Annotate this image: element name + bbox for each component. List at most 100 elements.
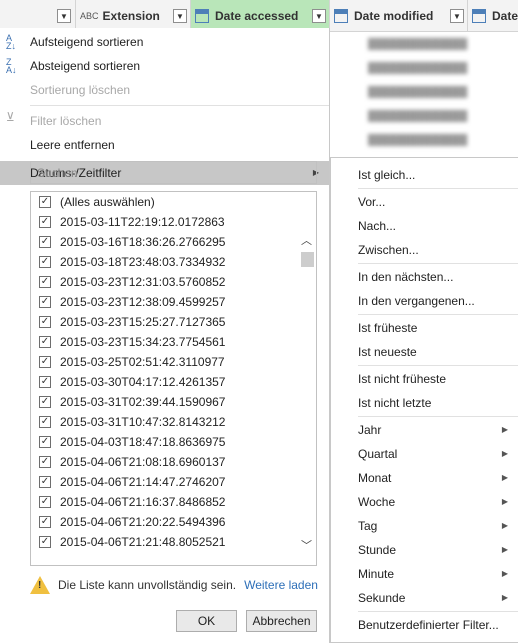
list-item[interactable]: ✓ 2015-03-23T15:34:23.7754561: [31, 332, 316, 352]
list-item[interactable]: ✓ 2015-03-11T22:19:12.0172863: [31, 212, 316, 232]
menu-item-label: Filter löschen: [30, 114, 102, 128]
list-item-label: 2015-03-25T02:51:42.3110977: [60, 355, 225, 369]
list-item[interactable]: ✓ 2015-03-23T15:25:27.7127365: [31, 312, 316, 332]
sort-descending-item[interactable]: Z A↓ Absteigend sortieren: [0, 54, 329, 78]
checkbox[interactable]: ✓: [39, 476, 51, 488]
calendar-clock-icon: [334, 9, 348, 23]
submenu-item[interactable]: Vor...: [331, 190, 518, 214]
checkbox[interactable]: ✓: [39, 316, 51, 328]
submenu-item-label: Ist nicht letzte: [358, 396, 432, 410]
menu-separator: [358, 611, 518, 612]
load-more-link[interactable]: Weitere laden: [244, 578, 318, 592]
list-item[interactable]: ✓ 2015-03-25T02:51:42.3110977: [31, 352, 316, 372]
submenu-item[interactable]: Woche ▶: [331, 490, 518, 514]
cancel-button[interactable]: Abbrechen: [246, 610, 317, 632]
submenu-item[interactable]: Minute ▶: [331, 562, 518, 586]
list-item[interactable]: ✓ 2015-03-23T12:31:03.5760852: [31, 272, 316, 292]
chevron-up-icon[interactable]: ︿: [301, 232, 312, 248]
checkbox[interactable]: ✓: [39, 496, 51, 508]
submenu-item[interactable]: Ist neueste: [331, 340, 518, 364]
checkbox[interactable]: ✓: [39, 376, 51, 388]
value-list[interactable]: ✓ (Alles auswählen) ✓ 2015-03-11T22:19:12.0…: [30, 191, 317, 566]
menu-item-label: Absteigend sortieren: [30, 59, 141, 73]
submenu-item[interactable]: Benutzerdefinierter Filter...: [331, 613, 518, 637]
menu-item-label: Aufsteigend sortieren: [30, 35, 144, 49]
chevron-down-icon[interactable]: ▼: [450, 9, 464, 23]
submenu-item-label: Minute: [358, 567, 395, 581]
column-header-label: Date modified: [354, 9, 434, 23]
chevron-right-icon: ▶: [501, 497, 508, 506]
submenu-item[interactable]: Zwischen...: [331, 238, 518, 262]
submenu-item[interactable]: Monat ▶: [331, 466, 518, 490]
list-item[interactable]: ✓ 2015-04-06T21:14:47.2746207: [31, 472, 316, 492]
checkbox[interactable]: ✓: [39, 416, 51, 428]
submenu-item[interactable]: Ist nicht früheste: [331, 367, 518, 391]
list-item[interactable]: ✓ 2015-03-18T23:48:03.7334932: [31, 252, 316, 272]
list-item[interactable]: ✓ 2015-04-06T21:20:22.5494396: [31, 512, 316, 532]
checkbox[interactable]: ✓: [39, 256, 51, 268]
submenu-item-label: Ist gleich...: [358, 168, 416, 182]
remove-empty-item[interactable]: Leere entfernen: [0, 133, 329, 157]
sort-ascending-item[interactable]: A Z↓ Aufsteigend sortieren: [0, 30, 329, 54]
checkbox[interactable]: ✓: [39, 276, 51, 288]
list-item-label: 2015-04-06T21:16:37.8486852: [60, 495, 226, 509]
column-header-label: Date accessed: [215, 9, 299, 23]
search-input[interactable]: Suchen: [30, 161, 317, 184]
checkbox[interactable]: ✓: [39, 216, 51, 228]
submenu-item[interactable]: Nach...: [331, 214, 518, 238]
submenu-item-label: Vor...: [358, 195, 386, 209]
list-item[interactable]: ✓ 2015-04-03T18:47:18.8636975: [31, 432, 316, 452]
select-all-item[interactable]: ✓ (Alles auswählen): [31, 192, 316, 212]
checkbox[interactable]: ✓: [39, 336, 51, 348]
clear-sort-item[interactable]: Sortierung löschen: [0, 78, 329, 102]
submenu-item-label: Stunde: [358, 543, 397, 557]
calendar-clock-icon: [195, 9, 209, 23]
chevron-down-icon[interactable]: ▼: [312, 9, 326, 23]
vertical-scrollbar[interactable]: ︿ ﹀: [299, 192, 316, 565]
checkbox[interactable]: ✓: [39, 536, 51, 548]
checkbox[interactable]: ✓: [39, 396, 51, 408]
list-item[interactable]: ✓ 2015-04-06T21:16:37.8486852: [31, 492, 316, 512]
column-header-date-modified[interactable]: Date modified ▼: [330, 0, 468, 32]
submenu-item[interactable]: Sekunde ▶: [331, 586, 518, 610]
list-item-label: 2015-03-23T15:25:27.7127365: [60, 315, 226, 329]
checkbox[interactable]: ✓: [39, 296, 51, 308]
submenu-item-label: Ist neueste: [358, 345, 417, 359]
menu-separator: [358, 416, 518, 417]
submenu-item[interactable]: Ist nicht letzte: [331, 391, 518, 415]
column-header-date[interactable]: Date: [468, 0, 518, 32]
list-item[interactable]: ✓ 2015-03-31T02:39:44.1590967: [31, 392, 316, 412]
ok-button[interactable]: OK: [176, 610, 237, 632]
submenu-item[interactable]: Jahr ▶: [331, 418, 518, 442]
text-type-icon: ABC: [80, 11, 99, 21]
chevron-down-icon[interactable]: ﹀: [301, 537, 312, 553]
submenu-item[interactable]: Quartal ▶: [331, 442, 518, 466]
submenu-item[interactable]: In den nächsten...: [331, 265, 518, 289]
clear-filter-item[interactable]: ⊻ Filter löschen: [0, 109, 329, 133]
submenu-item[interactable]: Ist früheste: [331, 316, 518, 340]
checkbox[interactable]: ✓: [39, 356, 51, 368]
checkbox[interactable]: ✓: [39, 516, 51, 528]
clear-filter-icon: ⊻: [6, 110, 15, 124]
checkbox[interactable]: ✓: [39, 436, 51, 448]
menu-separator: [358, 263, 518, 264]
list-item[interactable]: ✓ 2015-03-30T04:17:12.4261357: [31, 372, 316, 392]
submenu-item[interactable]: Ist gleich...: [331, 163, 518, 187]
chevron-down-icon[interactable]: ▼: [57, 9, 71, 23]
list-item-label: 2015-03-31T02:39:44.1590967: [60, 395, 226, 409]
list-item[interactable]: ✓ 2015-04-06T21:21:48.8052521: [31, 532, 316, 552]
submenu-item[interactable]: In den vergangenen...: [331, 289, 518, 313]
chevron-right-icon: ▶: [501, 449, 508, 458]
submenu-item[interactable]: Tag ▶: [331, 514, 518, 538]
list-item[interactable]: ✓ 2015-03-23T12:38:09.4599257: [31, 292, 316, 312]
checkbox[interactable]: ✓: [39, 236, 51, 248]
submenu-item-label: Ist früheste: [358, 321, 418, 335]
list-item[interactable]: ✓ 2015-04-06T21:08:18.6960137: [31, 452, 316, 472]
list-item[interactable]: ✓ 2015-03-16T18:36:26.2766295: [31, 232, 316, 252]
checkbox[interactable]: ✓: [39, 196, 51, 208]
submenu-item[interactable]: Stunde ▶: [331, 538, 518, 562]
scrollbar-thumb[interactable]: [301, 252, 314, 267]
chevron-down-icon[interactable]: ▼: [173, 9, 187, 23]
list-item[interactable]: ✓ 2015-03-31T10:47:32.8143212: [31, 412, 316, 432]
checkbox[interactable]: ✓: [39, 456, 51, 468]
